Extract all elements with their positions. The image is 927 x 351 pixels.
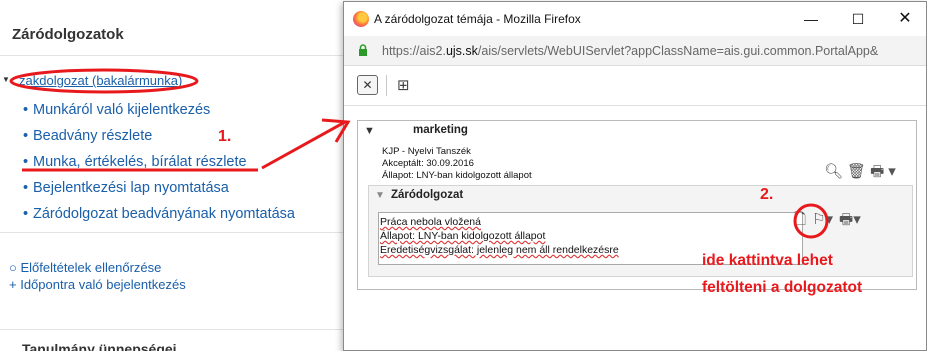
menu-item-print-registration[interactable]: • Bejelentkezési lap nyomtatása [23, 178, 295, 204]
window-titlebar[interactable]: A záródolgozat témája - Mozilla Firefox … [344, 2, 926, 36]
not-uploaded-text: Práca nebola vložená [380, 216, 481, 228]
bottom-heading: Tanulmány ünnepségei [22, 341, 177, 351]
maximize-button[interactable]: ☐ [843, 9, 873, 29]
department-text: KJP - Nyelvi Tanszék [382, 146, 471, 157]
step-2-label: 2. [760, 186, 774, 203]
menu-item-submission-detail[interactable]: • Beadvány részlete [23, 126, 295, 152]
subpanel-collapse-icon[interactable]: ▼ [375, 190, 385, 201]
status-text: Állapot: LNY-ban kidolgozott állapot [382, 170, 532, 181]
panel-info: KJP - Nyelvi Tanszék Akceptált: 30.09.20… [382, 146, 532, 182]
person-icon[interactable]: ⚐▾ [812, 210, 833, 228]
minimize-button[interactable]: — [796, 9, 826, 29]
accepted-text: Akceptált: 30.09.2016 [382, 158, 474, 169]
lock-icon [359, 44, 367, 56]
divider [0, 232, 345, 233]
trash-icon[interactable]: 🗑︎ [847, 163, 870, 180]
subpanel-title: Záródolgozat [391, 189, 464, 201]
close-icon[interactable]: ✕ [357, 75, 378, 95]
panel-title: marketing [413, 124, 468, 136]
panel-collapse-icon[interactable]: ▼ [364, 125, 375, 137]
printer-icon[interactable]: 🖶▾ [839, 209, 861, 234]
section-title: Záródolgozatok [12, 26, 124, 43]
upload-hint-text: ide kattintva lehet feltölteni a dolgoza… [702, 252, 863, 296]
zoom-icon[interactable]: 🔍︎ [824, 163, 847, 180]
plagiarism-check-text: Eredetiségvizsgálat: jelenleg nem áll re… [380, 244, 619, 256]
divider [0, 55, 345, 56]
printer-icon[interactable]: 🖶▾ [870, 163, 900, 180]
upload-file-icon[interactable]: 🗋 [794, 209, 806, 234]
panel-actions: 🔍︎🗑︎🖶▾ [824, 161, 900, 186]
tree-icon[interactable]: ⊞ [397, 76, 410, 94]
divider [0, 329, 345, 330]
tree-collapse-icon[interactable]: ▼ [2, 75, 10, 84]
appointment-signup-link[interactable]: + Időpontra való bejelentkezés [9, 276, 186, 293]
url-bar[interactable]: https://ais2.ujs.sk/ais/servlets/WebUISe… [344, 36, 926, 66]
document-tools: 🗋 ⚐▾ 🖶▾ [794, 209, 867, 235]
menu-item-unregister[interactable]: • Munkáról való kijelentkezés [23, 100, 295, 126]
toolbar-divider [386, 75, 387, 96]
firefox-logo [353, 11, 369, 27]
menu-item-work-review-detail[interactable]: • Munka, értékelés, bírálat részlete [23, 152, 295, 178]
step-1-label: 1. [218, 128, 232, 145]
tree-root-link[interactable]: zakdolgozat (bakalármunka) [19, 73, 182, 88]
url-text[interactable]: https://ais2.ujs.sk/ais/servlets/WebUISe… [382, 44, 878, 58]
action-menu: • Munkáról való kijelentkezés • Beadvány r… [23, 100, 295, 230]
doc-status-text: Állapot: LNY-ban kidolgozott állapot [380, 230, 546, 242]
app-toolbar: ✕ ⊞ [344, 66, 926, 106]
menu-item-print-submission[interactable]: • Záródolgozat beadványának nyomtatása [23, 204, 295, 230]
prerequisite-check-link[interactable]: ○ Előfeltételek ellenőrzése [9, 259, 186, 276]
close-window-button[interactable]: ✕ [890, 9, 920, 29]
background-page: Záródolgozatok ▼ zakdolgozat (bakalármun… [0, 0, 345, 351]
sub-links: ○ Előfeltételek ellenőrzése + Időpontra … [9, 259, 186, 293]
window-title: A záródolgozat témája - Mozilla Firefox [374, 12, 581, 26]
